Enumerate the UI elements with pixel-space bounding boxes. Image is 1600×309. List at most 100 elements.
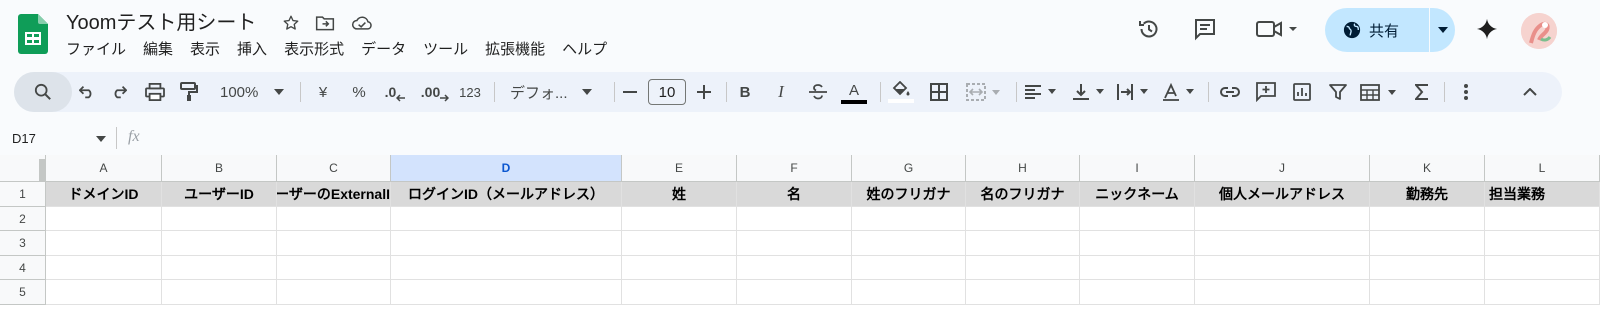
header-cell-f[interactable]: 名 [737, 182, 852, 207]
row-header-2[interactable]: 2 [0, 207, 46, 231]
cell-g4[interactable] [852, 256, 966, 280]
header-cell-c[interactable]: ーザーのExternalI [277, 182, 391, 207]
menu-view[interactable]: 表示 [190, 40, 220, 60]
cell-i5[interactable] [1080, 280, 1195, 305]
history-icon[interactable] [1132, 12, 1166, 46]
horizontal-align-button[interactable] [1022, 72, 1062, 112]
move-icon[interactable] [314, 12, 336, 34]
row-header-3[interactable]: 3 [0, 231, 46, 256]
cell-e5[interactable] [622, 280, 737, 305]
cell-f4[interactable] [737, 256, 852, 280]
cell-e2[interactable] [622, 207, 737, 231]
decrease-font-size-button[interactable] [620, 72, 640, 112]
formula-input[interactable] [160, 124, 1560, 150]
cell-l3[interactable] [1485, 231, 1600, 256]
cell-i4[interactable] [1080, 256, 1195, 280]
menu-extensions[interactable]: 拡張機能 [485, 40, 545, 60]
header-cell-g[interactable]: 姓のフリガナ [852, 182, 966, 207]
fill-color-button[interactable] [886, 72, 916, 112]
zoom-select[interactable]: 100% [212, 72, 292, 112]
cell-l2[interactable] [1485, 207, 1600, 231]
cell-a2[interactable] [46, 207, 162, 231]
avatar[interactable] [1521, 13, 1557, 49]
redo-button[interactable] [104, 72, 134, 112]
video-meet-icon[interactable] [1252, 12, 1302, 46]
cell-g5[interactable] [852, 280, 966, 305]
vertical-align-button[interactable] [1070, 72, 1110, 112]
insert-comment-button[interactable] [1252, 72, 1280, 112]
currency-format-button[interactable]: ¥ [310, 72, 336, 112]
borders-button[interactable] [926, 72, 952, 112]
italic-button[interactable]: I [770, 72, 792, 112]
cell-g2[interactable] [852, 207, 966, 231]
cell-c3[interactable] [277, 231, 391, 256]
sheets-logo[interactable] [18, 14, 48, 54]
more-options-button[interactable] [1454, 72, 1478, 112]
column-header-b[interactable]: B [162, 155, 277, 182]
cell-d3[interactable] [391, 231, 622, 256]
cell-f5[interactable] [737, 280, 852, 305]
header-cell-i[interactable]: ニックネーム [1080, 182, 1195, 207]
cell-b5[interactable] [162, 280, 277, 305]
cell-j2[interactable] [1195, 207, 1370, 231]
increase-font-size-button[interactable] [694, 72, 714, 112]
cell-f3[interactable] [737, 231, 852, 256]
column-header-h[interactable]: H [966, 155, 1080, 182]
filter-views-button[interactable] [1358, 72, 1402, 112]
cell-h5[interactable] [966, 280, 1080, 305]
row-header-4[interactable]: 4 [0, 256, 46, 280]
increase-decimal-button[interactable]: .00 [418, 72, 452, 112]
document-title[interactable]: Yoomテスト用シート [66, 10, 256, 36]
row-header-5[interactable]: 5 [0, 280, 46, 305]
column-header-j[interactable]: J [1195, 155, 1370, 182]
cell-c2[interactable] [277, 207, 391, 231]
header-cell-e[interactable]: 姓 [622, 182, 737, 207]
font-select[interactable]: デフォ... [504, 72, 600, 112]
select-all-corner[interactable] [0, 155, 46, 182]
cell-j4[interactable] [1195, 256, 1370, 280]
cell-i2[interactable] [1080, 207, 1195, 231]
star-icon[interactable] [280, 12, 302, 34]
cell-a3[interactable] [46, 231, 162, 256]
cell-k5[interactable] [1370, 280, 1485, 305]
column-header-l[interactable]: L [1485, 155, 1600, 182]
text-wrapping-button[interactable] [1114, 72, 1154, 112]
insert-chart-button[interactable] [1288, 72, 1316, 112]
share-button[interactable]: 共有 [1325, 8, 1455, 52]
percent-format-button[interactable]: % [346, 72, 372, 112]
header-cell-d[interactable]: ログインID（メールアドレス） [391, 182, 622, 207]
cell-b4[interactable] [162, 256, 277, 280]
cell-d2[interactable] [391, 207, 622, 231]
cloud-status-icon[interactable] [351, 12, 373, 34]
header-cell-a[interactable]: ドメインID [46, 182, 162, 207]
header-cell-j[interactable]: 個人メールアドレス [1195, 182, 1370, 207]
share-main[interactable]: 共有 [1325, 8, 1413, 52]
column-header-a[interactable]: A [46, 155, 162, 182]
cell-b3[interactable] [162, 231, 277, 256]
cell-j5[interactable] [1195, 280, 1370, 305]
row-header-1[interactable]: 1 [0, 182, 46, 207]
cell-k2[interactable] [1370, 207, 1485, 231]
cell-h3[interactable] [966, 231, 1080, 256]
column-header-e[interactable]: E [622, 155, 737, 182]
cell-l5[interactable] [1485, 280, 1600, 305]
functions-button[interactable] [1408, 72, 1436, 112]
merge-cells-button[interactable] [962, 72, 1010, 112]
strikethrough-button[interactable] [806, 72, 830, 112]
cell-c5[interactable] [277, 280, 391, 305]
cell-f2[interactable] [737, 207, 852, 231]
cell-j3[interactable] [1195, 231, 1370, 256]
cell-a4[interactable] [46, 256, 162, 280]
cell-d5[interactable] [391, 280, 622, 305]
search-menus-button[interactable] [14, 72, 72, 112]
print-button[interactable] [140, 72, 170, 112]
undo-button[interactable] [72, 72, 102, 112]
cell-g3[interactable] [852, 231, 966, 256]
column-header-f[interactable]: F [737, 155, 852, 182]
decrease-decimal-button[interactable]: .0 [380, 72, 410, 112]
text-rotation-button[interactable] [1160, 72, 1200, 112]
insert-link-button[interactable] [1216, 72, 1244, 112]
gemini-sparkle-icon[interactable] [1470, 12, 1504, 46]
text-color-button[interactable]: A [840, 72, 868, 112]
cell-l4[interactable] [1485, 256, 1600, 280]
